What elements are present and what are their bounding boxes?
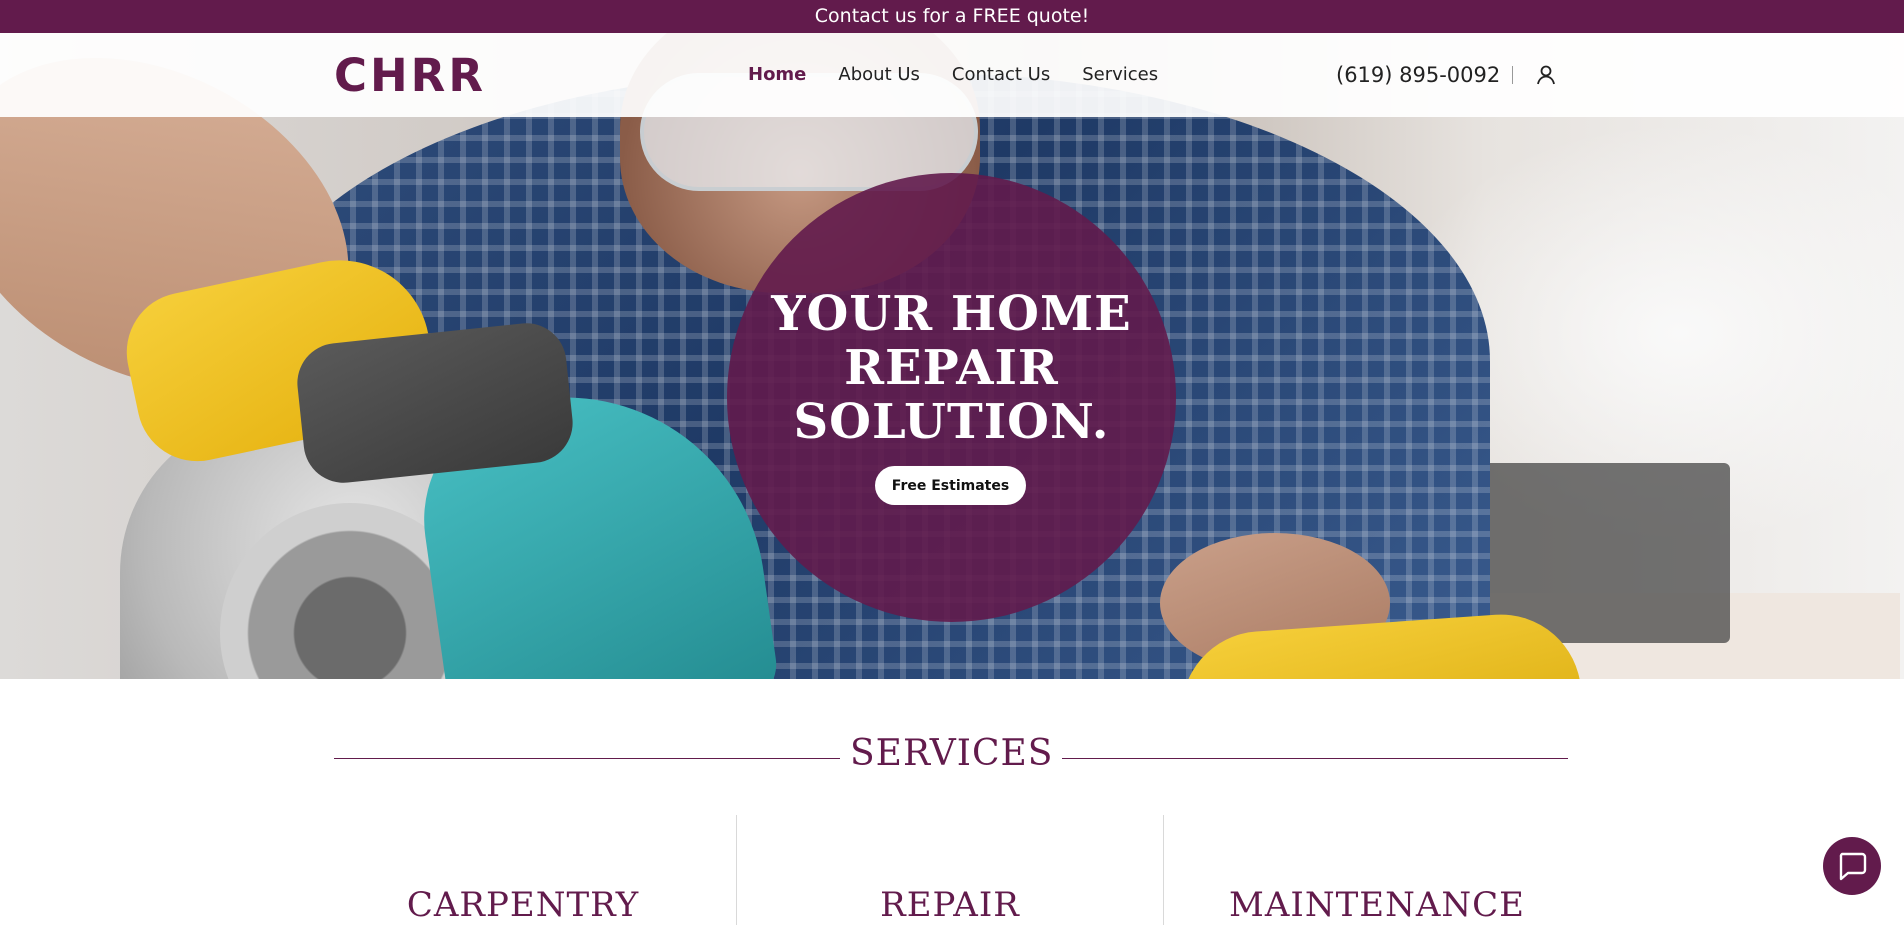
phone-number[interactable]: (619) 895-0092: [1336, 61, 1500, 89]
services-divider-2: [1163, 815, 1164, 925]
hero-title-line-3: SOLUTION.: [793, 394, 1110, 450]
nav-item-services[interactable]: Services: [1082, 63, 1158, 87]
service-title-repair: REPAIR: [880, 885, 1020, 925]
hero-title-line-1: YOUR HOME: [771, 286, 1132, 342]
services-heading: SERVICES: [850, 733, 1054, 774]
chat-icon: [1839, 852, 1867, 881]
main-nav: Home About Us Contact Us Services: [748, 63, 1190, 87]
nav-item-contact-us[interactable]: Contact Us: [952, 63, 1050, 87]
user-icon[interactable]: [1535, 64, 1557, 86]
services-rule-right: [1062, 758, 1568, 759]
site-logo[interactable]: CHRR: [334, 51, 486, 101]
nav-item-home[interactable]: Home: [748, 63, 806, 87]
chat-button[interactable]: [1823, 837, 1881, 895]
nav-item-about-us[interactable]: About Us: [838, 63, 920, 87]
announcement-text: Contact us for a FREE quote!: [814, 5, 1090, 27]
service-title-carpentry: CARPENTRY: [406, 885, 640, 925]
services-divider-1: [736, 815, 737, 925]
services-rule-left: [334, 758, 840, 759]
header-divider: [1512, 66, 1513, 84]
announcement-bar: Contact us for a FREE quote!: [0, 0, 1904, 33]
hero-title-line-2: REPAIR: [844, 340, 1059, 396]
hero-title: YOUR HOME REPAIR SOLUTION.: [727, 287, 1176, 449]
service-title-maintenance: MAINTENANCE: [1229, 885, 1525, 925]
free-estimates-button[interactable]: Free Estimates: [875, 466, 1026, 505]
hero-photo-glove-grip: [293, 319, 577, 487]
site-header: CHRR Home About Us Contact Us Services (…: [0, 33, 1904, 117]
